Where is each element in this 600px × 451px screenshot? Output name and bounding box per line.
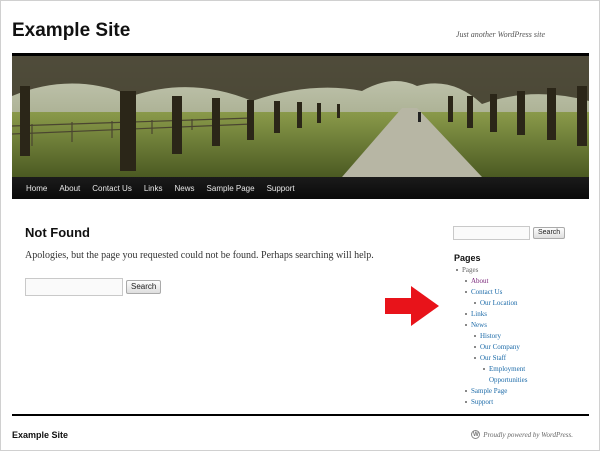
- page-link-our-staff[interactable]: Our Staff: [480, 354, 506, 362]
- wordpress-logo-icon: W: [471, 430, 481, 439]
- sidebar-search-button[interactable]: Search: [533, 227, 566, 239]
- pages-root-item: Pages: [456, 265, 528, 276]
- page-link-history[interactable]: History: [480, 332, 501, 340]
- main-search-button[interactable]: Search: [126, 280, 162, 294]
- page: Example Site Just another WordPress site: [0, 0, 600, 451]
- nav-item-support[interactable]: Support: [267, 184, 295, 193]
- page-item-history: History: [456, 331, 528, 342]
- footer-site-title[interactable]: Example Site: [12, 430, 68, 440]
- nav-item-sample-page[interactable]: Sample Page: [207, 184, 255, 193]
- page-item-links: Links: [456, 309, 528, 320]
- main-navigation: Home About Contact Us Links News Sample …: [12, 177, 589, 199]
- page-link-opportunities[interactable]: Opportunities: [489, 376, 528, 384]
- not-found-message: Apologies, but the page you requested co…: [25, 250, 374, 261]
- sidebar-search-input[interactable]: [453, 226, 530, 240]
- page-link-about[interactable]: About: [471, 277, 489, 285]
- page-item-about: About: [456, 276, 528, 287]
- site-title[interactable]: Example Site: [12, 20, 130, 42]
- pages-list: Pages About Contact Us Our Location Link…: [456, 265, 528, 408]
- page-item-contact: Contact Us: [456, 287, 528, 298]
- page-item-employment-cont: Opportunities: [456, 375, 528, 386]
- site-description: Just another WordPress site: [455, 30, 545, 39]
- page-link-sample-page[interactable]: Sample Page: [471, 387, 507, 395]
- page-link-our-company[interactable]: Our Company: [480, 343, 520, 351]
- header-image[interactable]: [12, 53, 589, 177]
- page-link-contact-us[interactable]: Contact Us: [471, 288, 502, 296]
- nav-item-contact-us[interactable]: Contact Us: [92, 184, 132, 193]
- page-link-our-location[interactable]: Our Location: [480, 299, 518, 307]
- page-item-news: News: [456, 320, 528, 331]
- footer-credit-text: Proudly powered by WordPress.: [483, 430, 573, 439]
- page-item-support: Support: [456, 397, 528, 408]
- page-link-links[interactable]: Links: [471, 310, 487, 318]
- page-item-our-staff: Our Staff: [456, 353, 528, 364]
- page-item-sample-page: Sample Page: [456, 386, 528, 397]
- main-search-input[interactable]: [25, 278, 123, 296]
- nav-item-links[interactable]: Links: [144, 184, 163, 193]
- footer-credit[interactable]: W Proudly powered by WordPress.: [471, 430, 573, 439]
- page-link-employment[interactable]: Employment: [489, 365, 525, 373]
- page-item-our-location: Our Location: [456, 298, 528, 309]
- main-search-form: Search: [25, 278, 162, 296]
- nav-item-home[interactable]: Home: [26, 184, 47, 193]
- sidebar-search-form: Search: [453, 226, 566, 240]
- nav-item-about[interactable]: About: [59, 184, 80, 193]
- nav-item-news[interactable]: News: [175, 184, 195, 193]
- page-link-support[interactable]: Support: [471, 398, 493, 406]
- footer-divider: [12, 414, 589, 416]
- red-right-arrow-icon: [385, 286, 439, 326]
- pages-widget-title: Pages: [454, 253, 481, 263]
- page-item-employment: Employment: [456, 364, 528, 375]
- page-title: Not Found: [25, 225, 90, 240]
- page-item-our-company: Our Company: [456, 342, 528, 353]
- page-link-news[interactable]: News: [471, 321, 487, 329]
